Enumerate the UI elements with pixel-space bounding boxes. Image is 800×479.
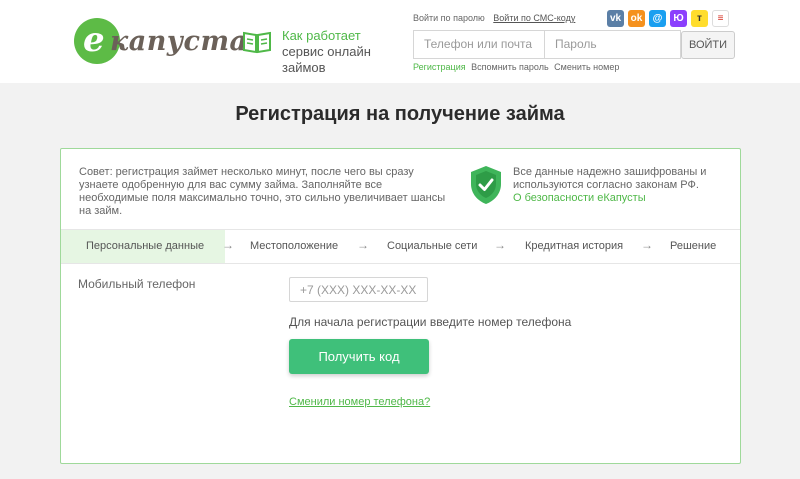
odnoklassniki-icon[interactable]: ok	[628, 10, 645, 27]
yumoney-icon[interactable]: Ю	[670, 10, 687, 27]
registration-card: Совет: регистрация займет несколько мину…	[60, 148, 741, 464]
gosuslugi-icon[interactable]: ≡	[712, 10, 729, 27]
login-form: Телефон или почта Пароль	[413, 30, 681, 59]
step-arrow-icon: →	[357, 238, 369, 252]
step-arrow-icon: →	[222, 238, 234, 252]
how-it-works-text: Как работает сервис онлайн займов	[282, 28, 412, 76]
registration-tip: Совет: регистрация займет несколько мину…	[79, 166, 446, 217]
login-button[interactable]: ВОЙТИ	[681, 31, 735, 59]
step-social-networks: Социальные сети	[387, 240, 478, 252]
how-it-works-line1: Как работает	[282, 28, 361, 43]
step-personal-data: Персональные данные	[86, 240, 205, 252]
open-book-icon	[243, 31, 271, 54]
mobile-phone-label: Мобильный телефон	[78, 277, 196, 291]
login-password-input[interactable]: Пароль	[545, 31, 680, 58]
changed-number-link[interactable]: Сменили номер телефона?	[289, 396, 430, 408]
remind-password-link[interactable]: Вспомнить пароль	[471, 62, 549, 72]
login-mode-links: Войти по паролю Войти по СМС-коду	[413, 13, 581, 23]
get-code-button[interactable]: Получить код	[289, 339, 429, 374]
security-text: Все данные надежно зашифрованы и использ…	[513, 166, 707, 191]
step-arrow-icon: →	[494, 238, 506, 252]
vk-icon[interactable]: vk	[607, 10, 624, 27]
phone-hint: Для начала регистрации введите номер тел…	[289, 315, 572, 329]
step-arrow-icon: →	[641, 238, 653, 252]
step-decision: Решение	[670, 240, 717, 252]
page-title: Регистрация на получение займа	[235, 103, 565, 125]
security-notice: Все данные надежно зашифрованы и использ…	[513, 166, 723, 205]
login-phone-input[interactable]: Телефон или почта	[414, 31, 545, 58]
security-link[interactable]: О безопасности еКапусты	[513, 192, 723, 205]
account-links: Регистрация Вспомнить пароль Сменить ном…	[413, 62, 622, 72]
logo-wordmark: капуста	[110, 26, 248, 57]
site-header: е капуста Как работает сервис онлайн зай…	[0, 0, 800, 83]
tinkoff-icon[interactable]: т	[691, 10, 708, 27]
step-credit-history: Кредитная история	[525, 240, 624, 252]
mobile-phone-input[interactable]: +7 (XXX) XXX-XX-XX	[289, 277, 428, 302]
change-number-link[interactable]: Сменить номер	[554, 62, 619, 72]
ekapusta-logo[interactable]: е капуста	[74, 18, 252, 66]
login-by-password-link[interactable]: Войти по паролю	[413, 13, 485, 23]
how-it-works-line2: сервис онлайн займов	[282, 44, 371, 75]
register-link[interactable]: Регистрация	[413, 62, 466, 72]
shield-check-icon	[471, 166, 501, 204]
logo-letter: е	[83, 20, 105, 60]
step-location: Местоположение	[250, 240, 339, 252]
mail-at-icon[interactable]: @	[649, 10, 666, 27]
registration-steps: Персональные данные → Местоположение → С…	[61, 229, 740, 264]
login-by-sms-link[interactable]: Войти по СМС-коду	[493, 13, 575, 23]
